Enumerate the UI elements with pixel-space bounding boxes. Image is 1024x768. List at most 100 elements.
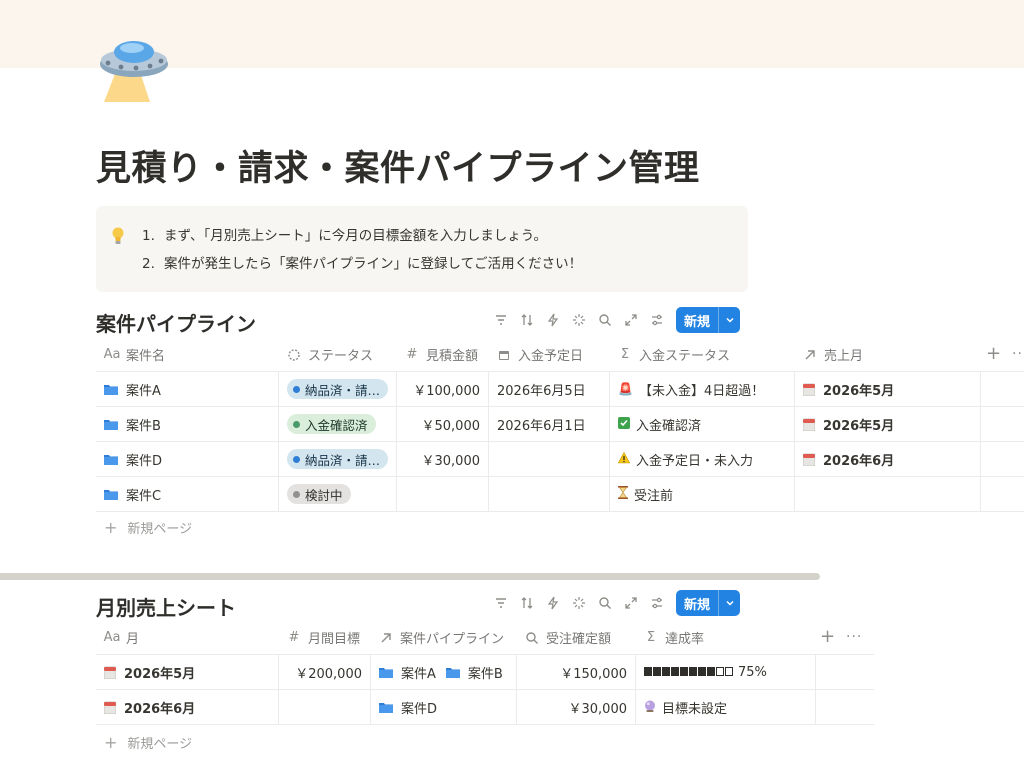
callout-item[interactable]: 2. 案件が発生したら「案件パイプライン」に登録してご活用ください！ xyxy=(142,252,582,280)
due-date-cell[interactable] xyxy=(488,442,609,476)
progress-block-empty xyxy=(725,666,733,676)
table-header: Aa 案件名 ステータス # 見積金額 入金予定日 Σ 入金ステータス 売上月 xyxy=(96,338,1024,372)
status-cell[interactable]: 納品済・請… xyxy=(278,372,396,406)
sales-month-cell[interactable]: 2026年5月 xyxy=(794,372,980,406)
pipeline-new-page-button[interactable]: + 新規ページ xyxy=(96,518,192,537)
chevron-down-icon[interactable] xyxy=(718,590,740,616)
sales-month-cell[interactable]: 2026年5月 xyxy=(794,407,980,441)
projects-cell[interactable]: 案件D xyxy=(370,690,516,724)
table-row[interactable]: 2026年6月 案件D ￥30,000 目標未設定 xyxy=(96,690,874,725)
add-column-plus-icon[interactable]: + xyxy=(986,343,1001,364)
status-badge: 検討中 xyxy=(287,484,351,504)
callout-list: 1. まず、「月別売上シート」に今月の目標金額を入力しましょう。 2. 案件が発生し… xyxy=(142,224,582,280)
amount-cell[interactable]: ￥30,000 xyxy=(396,442,488,476)
sort-icon[interactable] xyxy=(514,590,540,616)
amount-cell[interactable]: ￥50,000 xyxy=(396,407,488,441)
hourglass-icon xyxy=(618,486,628,502)
project-link[interactable]: 案件B xyxy=(468,663,503,682)
settings-sliders-icon[interactable] xyxy=(644,590,670,616)
project-link[interactable]: 案件D xyxy=(401,698,437,717)
search-icon[interactable] xyxy=(592,590,618,616)
plus-icon: + xyxy=(104,518,118,537)
confirmed-cell[interactable]: ￥30,000 xyxy=(516,690,635,724)
column-header-month[interactable]: Aa 月 xyxy=(96,621,278,654)
column-header-payment-status[interactable]: Σ 入金ステータス xyxy=(609,338,794,371)
status-cell[interactable]: 入金確認済 xyxy=(278,407,396,441)
settings-sliders-icon[interactable] xyxy=(644,307,670,333)
payment-status-cell[interactable]: 受注前 xyxy=(609,477,794,511)
filter-icon[interactable] xyxy=(488,590,514,616)
table-row[interactable]: 2026年5月 ￥200,000 案件A 案件B ￥150,000 75% xyxy=(96,655,874,690)
due-date-cell[interactable]: 2026年6月5日 xyxy=(488,372,609,406)
table-row[interactable]: 案件B 入金確認済 ￥50,000 2026年6月1日 入金確認済 2026年5… xyxy=(96,407,1024,442)
sales-month-cell[interactable] xyxy=(794,477,980,511)
row-title-cell[interactable]: 2026年5月 xyxy=(96,655,278,689)
column-header-rate[interactable]: Σ 達成率 xyxy=(635,621,815,654)
due-date-cell[interactable]: 2026年6月1日 xyxy=(488,407,609,441)
table-row[interactable]: 案件D 納品済・請… ￥30,000 入金予定日・未入力 2026年6月 xyxy=(96,442,1024,477)
column-header-target[interactable]: # 月間目標 xyxy=(278,621,370,654)
row-title-cell[interactable]: 案件D xyxy=(96,442,278,476)
rate-cell[interactable]: 目標未設定 xyxy=(635,690,815,724)
monthly-new-button[interactable]: 新規 xyxy=(676,590,741,616)
confirmed-cell[interactable]: ￥150,000 xyxy=(516,655,635,689)
ai-sparkle-icon[interactable] xyxy=(566,590,592,616)
row-title-cell[interactable]: 案件B xyxy=(96,407,278,441)
rate-cell[interactable]: 75% xyxy=(635,655,815,689)
ufo-icon[interactable] xyxy=(94,36,170,104)
sort-icon[interactable] xyxy=(514,307,540,333)
target-cell[interactable] xyxy=(278,690,370,724)
more-options-icon[interactable]: ··· xyxy=(1012,346,1024,362)
horizontal-scrollbar[interactable] xyxy=(0,573,820,580)
search-icon[interactable] xyxy=(592,307,618,333)
payment-status-cell[interactable]: 入金確認済 xyxy=(609,407,794,441)
chevron-down-icon[interactable] xyxy=(718,307,740,333)
column-header-amount[interactable]: # 見積金額 xyxy=(396,338,488,371)
expand-icon[interactable] xyxy=(618,590,644,616)
page-title[interactable]: 見積り・請求・案件パイプライン管理 xyxy=(96,140,700,191)
progress-block-filled xyxy=(644,666,652,676)
amount-cell[interactable]: ￥100,000 xyxy=(396,372,488,406)
automation-bolt-icon[interactable] xyxy=(540,307,566,333)
pipeline-new-button[interactable]: 新規 xyxy=(676,307,741,333)
monthly-new-page-button[interactable]: + 新規ページ xyxy=(96,733,192,752)
payment-status-cell[interactable]: 🚨 【未入金】4日超過！ xyxy=(609,372,794,406)
payment-status-cell[interactable]: 入金予定日・未入力 xyxy=(609,442,794,476)
callout-item[interactable]: 1. まず、「月別売上シート」に今月の目標金額を入力しましょう。 xyxy=(142,224,582,252)
rollup-search-icon xyxy=(524,630,540,646)
progress-block-filled xyxy=(680,666,688,676)
calendar-page-icon xyxy=(802,453,816,466)
row-title-cell[interactable]: 案件A xyxy=(96,372,278,406)
more-options-icon[interactable]: ··· xyxy=(846,629,862,645)
folder-icon xyxy=(104,418,118,430)
row-title-cell[interactable]: 案件C xyxy=(96,477,278,511)
add-column-plus-icon[interactable]: + xyxy=(820,626,835,647)
column-header-sales-month[interactable]: 売上月 xyxy=(794,338,980,371)
pipeline-db-title[interactable]: 案件パイプライン xyxy=(96,308,256,337)
warning-icon xyxy=(617,451,631,467)
table-row[interactable]: 案件A 納品済・請… ￥100,000 2026年6月5日 🚨 【未入金】4日超過… xyxy=(96,372,1024,407)
column-header-projects[interactable]: 案件パイプライン xyxy=(370,621,516,654)
project-link[interactable]: 案件A xyxy=(401,663,436,682)
plus-icon: + xyxy=(104,733,118,752)
filter-icon[interactable] xyxy=(488,307,514,333)
sales-month-cell[interactable]: 2026年6月 xyxy=(794,442,980,476)
projects-cell[interactable]: 案件A 案件B xyxy=(370,655,516,689)
automation-bolt-icon[interactable] xyxy=(540,590,566,616)
table-row[interactable]: 案件C 検討中 受注前 xyxy=(96,477,1024,512)
status-badge: 納品済・請… xyxy=(287,449,388,469)
due-date-cell[interactable] xyxy=(488,477,609,511)
status-cell[interactable]: 納品済・請… xyxy=(278,442,396,476)
amount-cell[interactable] xyxy=(396,477,488,511)
column-header-name[interactable]: Aa 案件名 xyxy=(96,338,278,371)
target-cell[interactable]: ￥200,000 xyxy=(278,655,370,689)
ai-sparkle-icon[interactable] xyxy=(566,307,592,333)
column-header-confirmed[interactable]: 受注確定額 xyxy=(516,621,635,654)
row-title-cell[interactable]: 2026年6月 xyxy=(96,690,278,724)
column-header-due[interactable]: 入金予定日 xyxy=(488,338,609,371)
column-header-status[interactable]: ステータス xyxy=(278,338,396,371)
monthly-db-title[interactable]: 月別売上シート xyxy=(96,592,236,621)
status-cell[interactable]: 検討中 xyxy=(278,477,396,511)
pipeline-toolbar: 新規 xyxy=(488,307,741,333)
expand-icon[interactable] xyxy=(618,307,644,333)
